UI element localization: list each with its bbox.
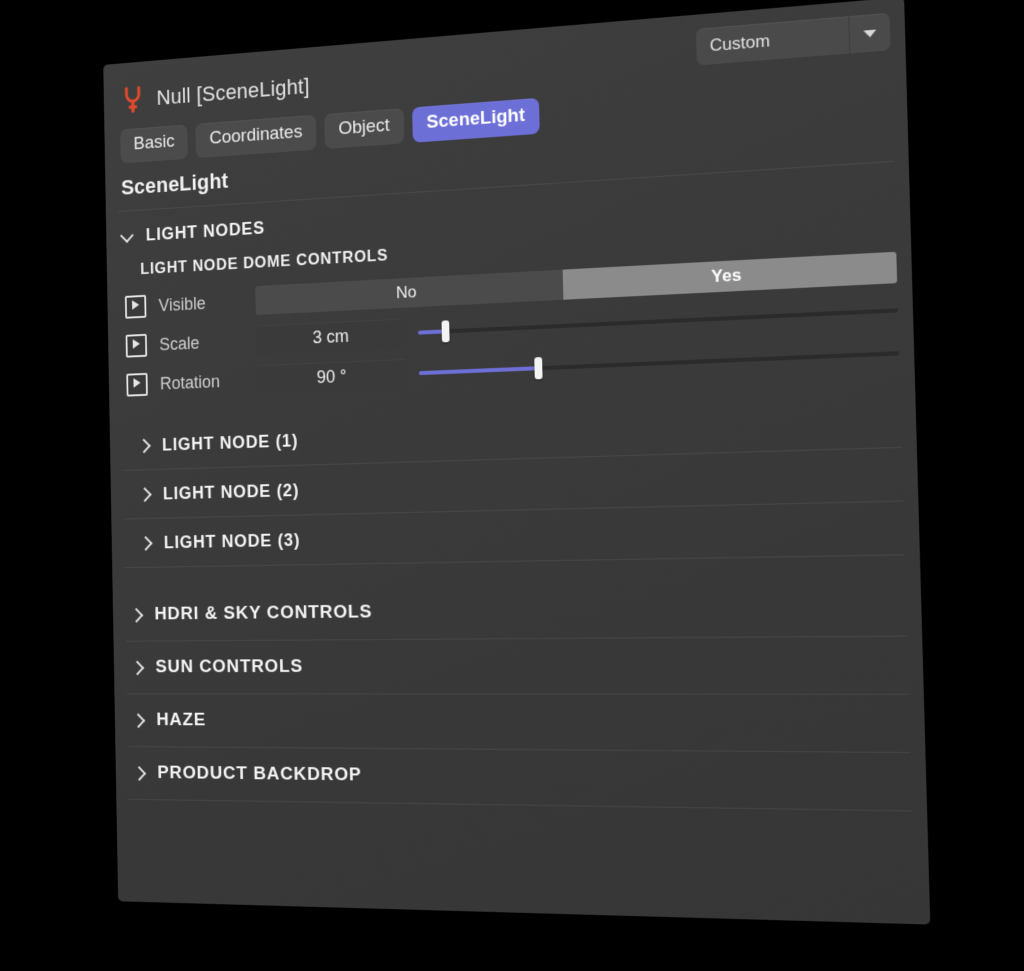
section-row-product-backdrop[interactable]: PRODUCT BACKDROP (128, 747, 912, 811)
scale-slider-rail (418, 308, 898, 334)
section-row-sun-controls[interactable]: SUN CONTROLS (126, 637, 909, 695)
chevron-down-icon (848, 13, 890, 54)
section-label-sun-controls: SUN CONTROLS (155, 656, 303, 678)
scene-stage: Null [SceneLight] Custom Basic Coordinat… (0, 0, 1024, 971)
section-label-hdri-sky-controls: HDRI & SKY CONTROLS (154, 602, 372, 626)
scale-slider-thumb[interactable] (441, 320, 449, 342)
light-node-label-1: LIGHT NODE (1) (162, 430, 299, 455)
param-label-scale: Scale (159, 330, 256, 355)
chevron-right-icon (132, 765, 146, 781)
scale-value-field[interactable]: 3 cm (256, 318, 407, 354)
animation-track-icon[interactable] (126, 334, 148, 358)
rotation-value-field[interactable]: 90 ° (257, 359, 408, 394)
section-row-hdri-sky-controls[interactable]: HDRI & SKY CONTROLS (125, 579, 907, 642)
chevron-right-icon (138, 535, 152, 551)
section-label-product-backdrop: PRODUCT BACKDROP (157, 763, 362, 787)
section-row-haze[interactable]: HAZE (127, 694, 911, 753)
preset-dropdown[interactable]: Custom (696, 13, 891, 66)
attribute-manager-panel: Null [SceneLight] Custom Basic Coordinat… (103, 0, 930, 925)
panel-content: LIGHT NODES LIGHT NODE DOME CONTROLS Vis… (106, 161, 927, 812)
chevron-right-icon (129, 607, 143, 622)
light-node-label-2: LIGHT NODE (2) (163, 480, 300, 504)
section-label-haze: HAZE (156, 710, 206, 731)
animation-track-icon[interactable] (125, 295, 147, 319)
chevron-down-icon (120, 229, 134, 245)
rotation-slider-fill (419, 366, 538, 375)
animation-track-icon[interactable] (126, 373, 148, 397)
param-label-rotation: Rotation (160, 370, 257, 394)
panel-deck: Null [SceneLight] Custom Basic Coordinat… (103, 0, 930, 925)
param-label-visible: Visible (158, 290, 255, 315)
plug-icon (119, 84, 146, 116)
chevron-right-icon (136, 438, 150, 454)
rotation-slider-thumb[interactable] (534, 357, 542, 379)
chevron-right-icon (137, 486, 151, 502)
light-node-label-3: LIGHT NODE (3) (164, 530, 301, 553)
preset-dropdown-value: Custom (696, 25, 849, 58)
panel-title: Null [SceneLight] (156, 74, 310, 111)
tab-object[interactable]: Object (324, 108, 404, 149)
rotation-slider[interactable] (419, 340, 900, 386)
chevron-right-icon (131, 713, 145, 728)
chevron-right-icon (130, 660, 144, 675)
tab-basic[interactable]: Basic (120, 124, 188, 163)
group-header-label: LIGHT NODES (146, 218, 265, 245)
